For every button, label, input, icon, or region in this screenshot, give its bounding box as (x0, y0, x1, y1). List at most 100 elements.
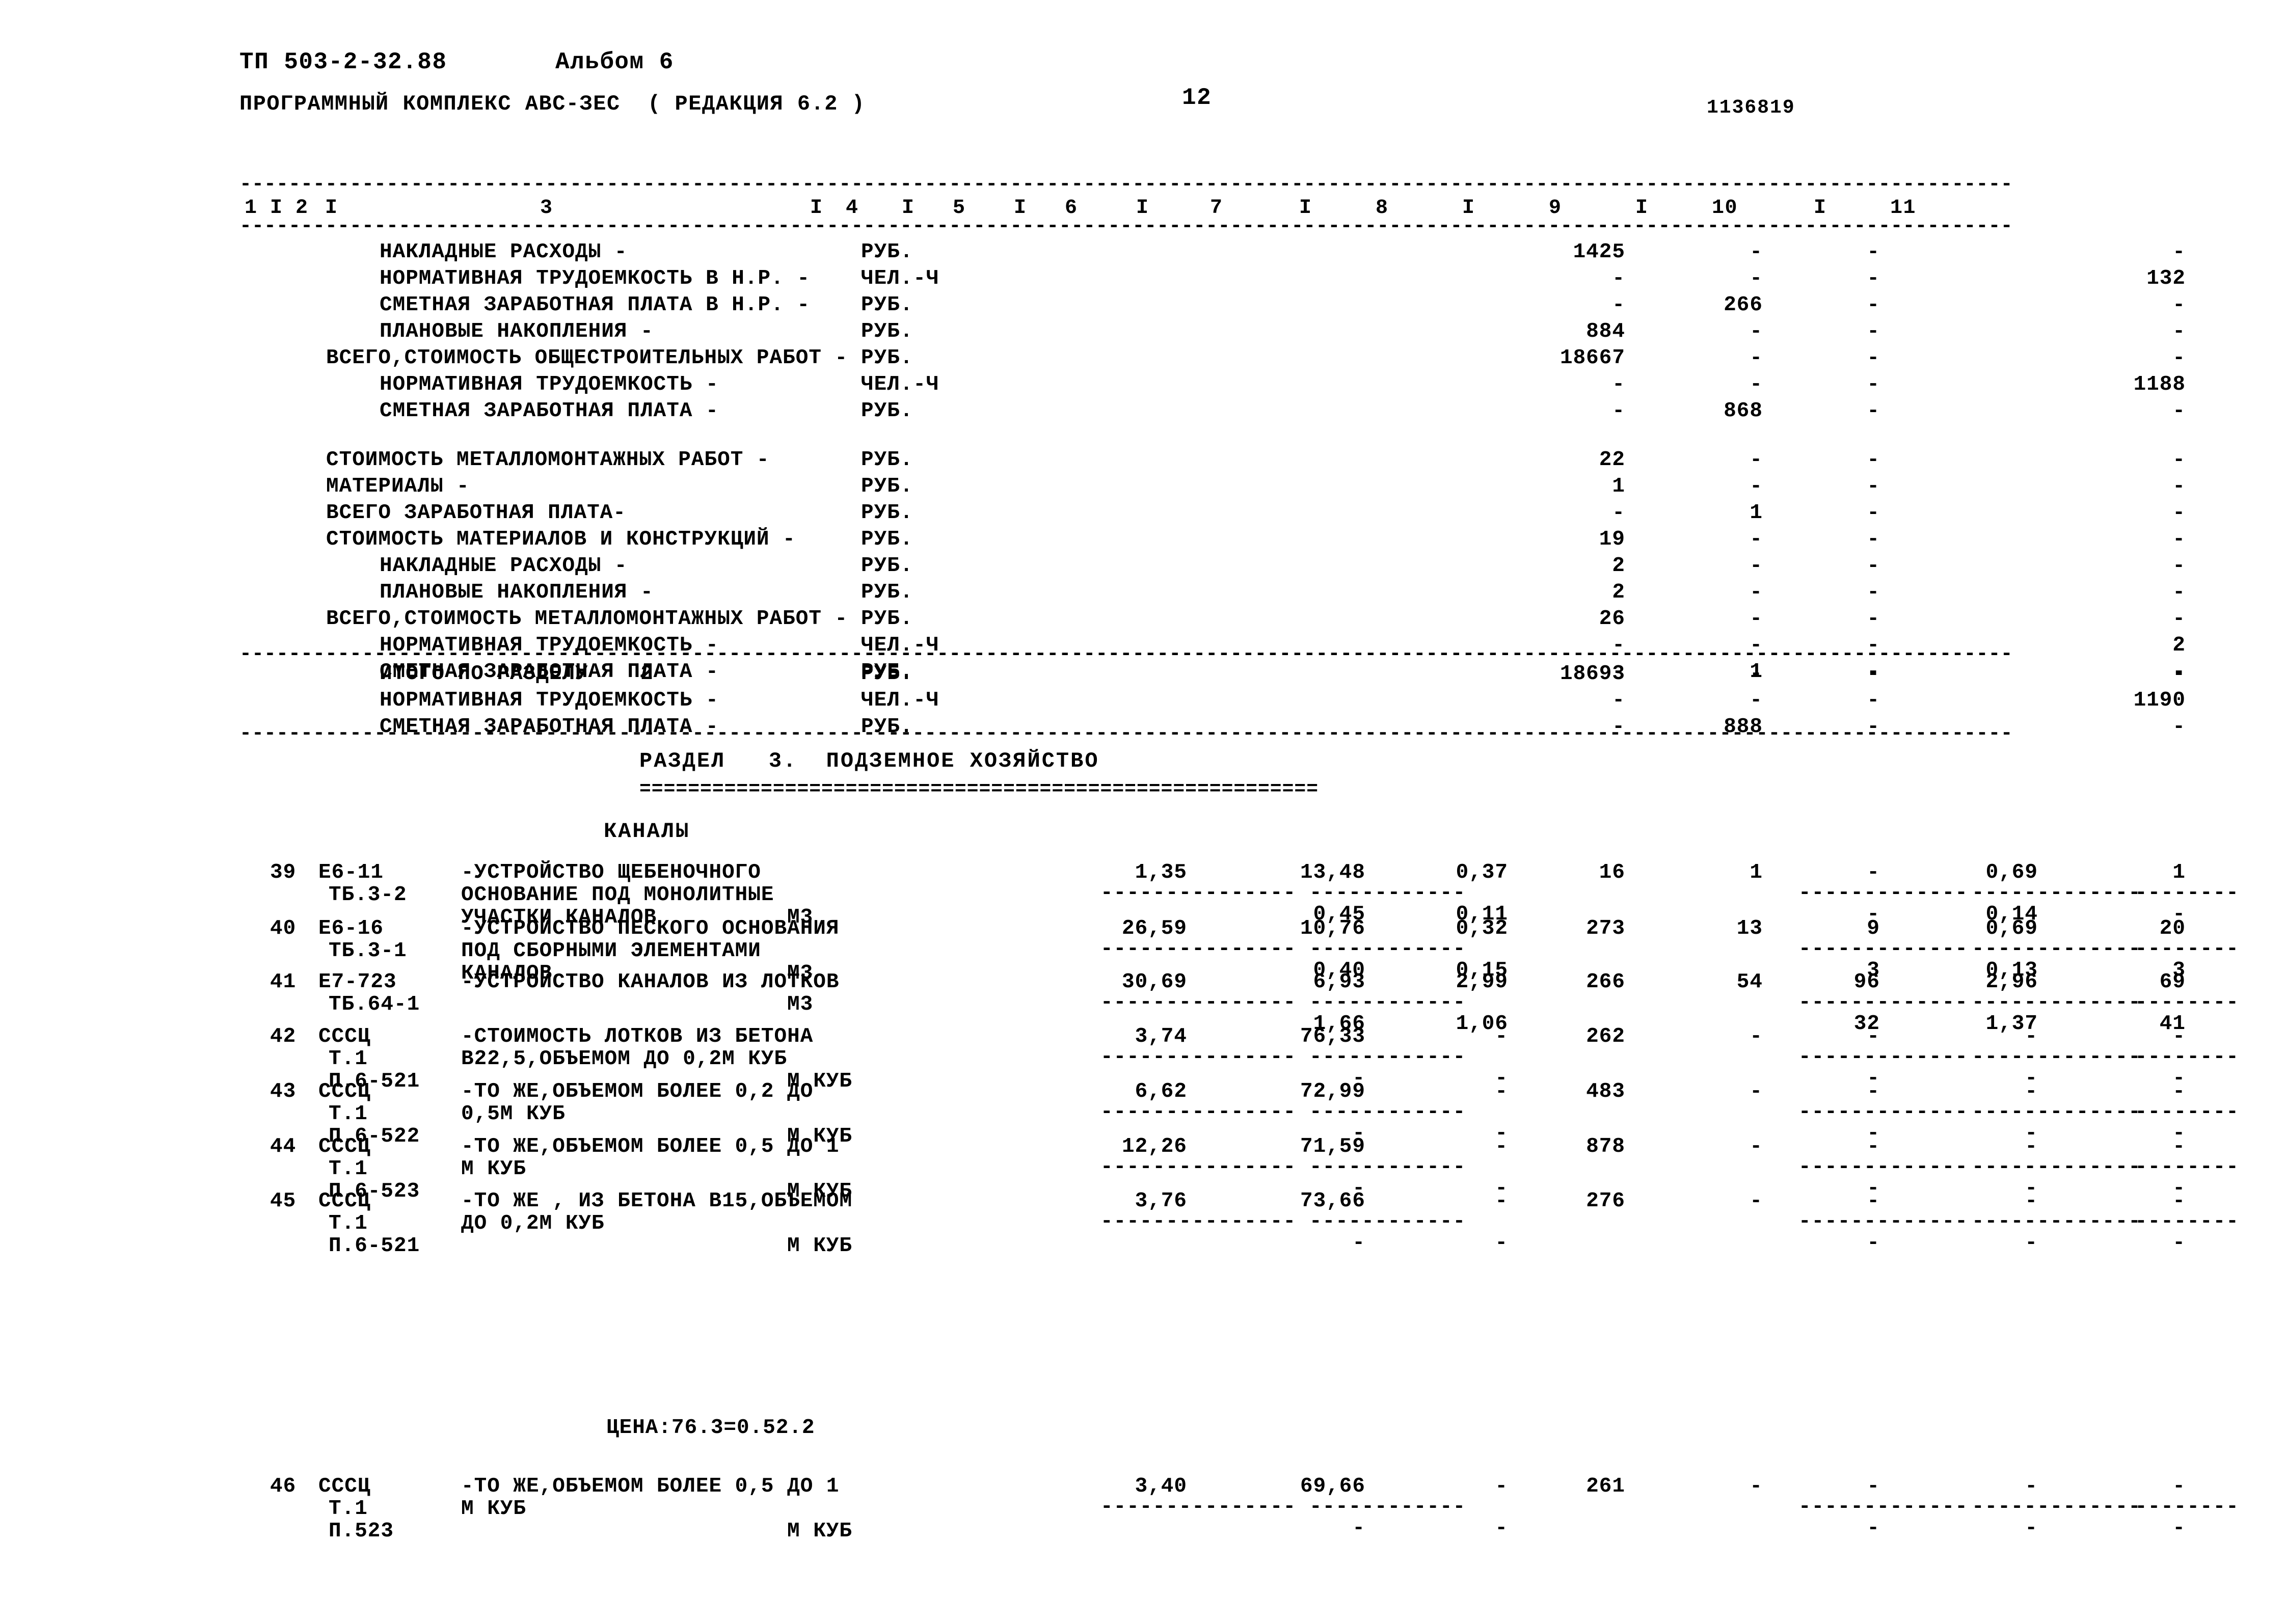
summary-row-unit: РУБ. (861, 662, 913, 686)
summary-row-label: НОРМАТИВНАЯ ТРУДОЕМКОСТЬ В Н.Р. - (380, 267, 810, 290)
summary-cell-c7: 19 (1599, 528, 1625, 551)
summary-cell-c8: - (1750, 689, 1763, 712)
program-line: ПРОГРАММНЫЙ КОМПЛЕКС АВС-ЗЕС ( РЕДАКЦИЯ … (239, 92, 866, 116)
summary-cell-c11: - (2172, 607, 2186, 631)
item-divider-dots: -------- (2135, 881, 2237, 905)
item-description-line: М КУБ (461, 1497, 527, 1521)
summary-row-label: МАТЕРИАЛЫ - (326, 475, 470, 498)
page-number: 12 (1182, 85, 1212, 111)
summary-cell-c11: - (2172, 528, 2186, 551)
subsection-title: КАНАЛЫ (604, 819, 690, 844)
col-sep-7: I (1299, 197, 1312, 220)
item-cell-c7: 261 (1586, 1475, 1625, 1498)
item-divider-dots: ------------- (1309, 991, 1462, 1014)
document-number: 1136819 (1707, 97, 1795, 119)
summary-cell-c9: - (1867, 662, 1880, 686)
summary-row-unit: РУБ. (861, 240, 913, 264)
summary-row-unit: ЧЕЛ.-Ч (861, 689, 939, 712)
summary-row-unit: РУБ. (861, 320, 913, 343)
summary-row-unit: РУБ. (861, 554, 913, 578)
item-subcell-sub_c10: - (2025, 1231, 2038, 1255)
summary-row-unit: ЧЕЛ.-Ч (861, 373, 939, 396)
summary-row-unit: РУБ. (861, 501, 913, 525)
summary-cell-c7: - (1612, 399, 1625, 423)
item-divider-dots: -------- (2135, 1155, 2237, 1179)
item-cell-c7: 266 (1586, 970, 1625, 994)
summary-row-label: ВСЕГО,СТОИМОСТЬ МЕТАЛЛОМОНТАЖНЫХ РАБОТ - (326, 607, 848, 631)
summary-row-label: ИТОГО ПО РАЗДЕЛУ 2 (380, 662, 654, 686)
item-code-primary: Е6-16 (318, 917, 384, 940)
item-number-39: 39 (270, 861, 297, 884)
item-unit: М3 (787, 993, 814, 1016)
item-number-45: 45 (270, 1189, 297, 1213)
item-divider-dots: ------------- (1309, 1495, 1462, 1519)
item-divider-dots: -------------- (1972, 1100, 2140, 1124)
summary-row-label: ВСЕГО,СТОИМОСТЬ ОБЩЕСТРОИТЕЛЬНЫХ РАБОТ - (326, 346, 848, 370)
section-title: РАЗДЕЛ 3. ПОДЗЕМНОЕ ХОЗЯЙСТВО (639, 749, 1099, 773)
col-sep-3: I (810, 197, 823, 220)
table-rule-top: ----------------------------------------… (239, 182, 2053, 187)
summary-cell-c11: 132 (2146, 267, 2186, 290)
summary-cell-c9: - (1867, 399, 1880, 423)
item-cell-c8: - (1750, 1475, 1763, 1498)
summary-cell-c7: - (1612, 689, 1625, 712)
item-cell-c8: - (1750, 1189, 1763, 1213)
summary-row-unit: РУБ. (861, 346, 913, 370)
summary-cell-c11: - (2172, 448, 2186, 472)
item-divider-dots: ---------------- (1100, 881, 1294, 905)
item-cell-c8: - (1750, 1080, 1763, 1103)
item-cell-c7: 16 (1599, 861, 1625, 884)
summary-cell-c8: - (1750, 475, 1763, 498)
item-divider-dots: ------------- (1309, 1045, 1462, 1069)
col-num-6: 6 (1065, 197, 1078, 220)
item-divider-dots: ------------- (1309, 1210, 1462, 1233)
summary-row-unit: РУБ. (861, 448, 913, 472)
summary-cell-c11: - (2172, 293, 2186, 317)
summary-cell-c8: - (1750, 448, 1763, 472)
item-unit: М КУБ (787, 1520, 853, 1543)
item-code-secondary: Т.1 (329, 1212, 368, 1235)
summary-cell-c8: 266 (1724, 293, 1763, 317)
summary-row-label: ВСЕГО ЗАРАБОТНАЯ ПЛАТА- (326, 501, 626, 525)
col-sep-6: I (1136, 197, 1149, 220)
item-description-line: -УСТРОЙСТВО КАНАЛОВ ИЗ ЛОТКОВ (461, 970, 840, 994)
item-subcell-sub_c11: - (2172, 1517, 2186, 1540)
summary-cell-c7: 884 (1586, 320, 1625, 343)
item-subcell-sub_c9: - (1867, 1517, 1880, 1540)
summary-cell-c7: - (1612, 267, 1625, 290)
table-rule-totals-top: ----------------------------------------… (239, 652, 2053, 657)
section-underline: ========================================… (639, 778, 1319, 800)
item-cell-c7: 273 (1586, 917, 1625, 940)
summary-row-unit: РУБ. (861, 607, 913, 631)
item-number-41: 41 (270, 970, 297, 994)
summary-cell-c11: - (2172, 715, 2186, 739)
item-divider-dots: -------- (2135, 1045, 2237, 1069)
summary-cell-c11: - (2172, 399, 2186, 423)
col-num-10: 10 (1712, 197, 1738, 220)
item-cell-c8: - (1750, 1025, 1763, 1048)
item-unit: М КУБ (787, 1234, 853, 1258)
item-divider-dots: -------------- (1972, 937, 2140, 961)
item-code-tertiary: П.6-521 (329, 1234, 420, 1258)
summary-row-unit: РУБ. (861, 475, 913, 498)
summary-row-unit: РУБ. (861, 399, 913, 423)
item-divider-dots: ---------------- (1100, 1210, 1294, 1233)
item-cell-c7: 262 (1586, 1025, 1625, 1048)
summary-cell-c9: - (1867, 689, 1880, 712)
summary-cell-c8: - (1750, 320, 1763, 343)
item-code-primary: СССЦ (318, 1080, 371, 1103)
item-number-46: 46 (270, 1475, 297, 1498)
col-num-9: 9 (1549, 197, 1562, 220)
item-divider-dots: -------------- (1972, 1155, 2140, 1179)
col-num-3: 3 (540, 197, 553, 220)
summary-row-unit: РУБ. (861, 528, 913, 551)
item-cell-c7: 483 (1586, 1080, 1625, 1103)
summary-cell-c9: - (1867, 240, 1880, 264)
item-description-line: -СТОИМОСТЬ ЛОТКОВ ИЗ БЕТОНА (461, 1025, 814, 1048)
item-divider-dots: -------- (2135, 1210, 2237, 1233)
item-divider-dots: -------------- (1798, 1495, 1967, 1519)
col-sep-2: I (325, 197, 338, 220)
summary-row-label: ПЛАНОВЫЕ НАКОПЛЕНИЯ - (380, 320, 654, 343)
summary-cell-c8: 868 (1724, 399, 1763, 423)
price-note: ЦЕНА:76.3=0.52.2 (606, 1416, 815, 1440)
